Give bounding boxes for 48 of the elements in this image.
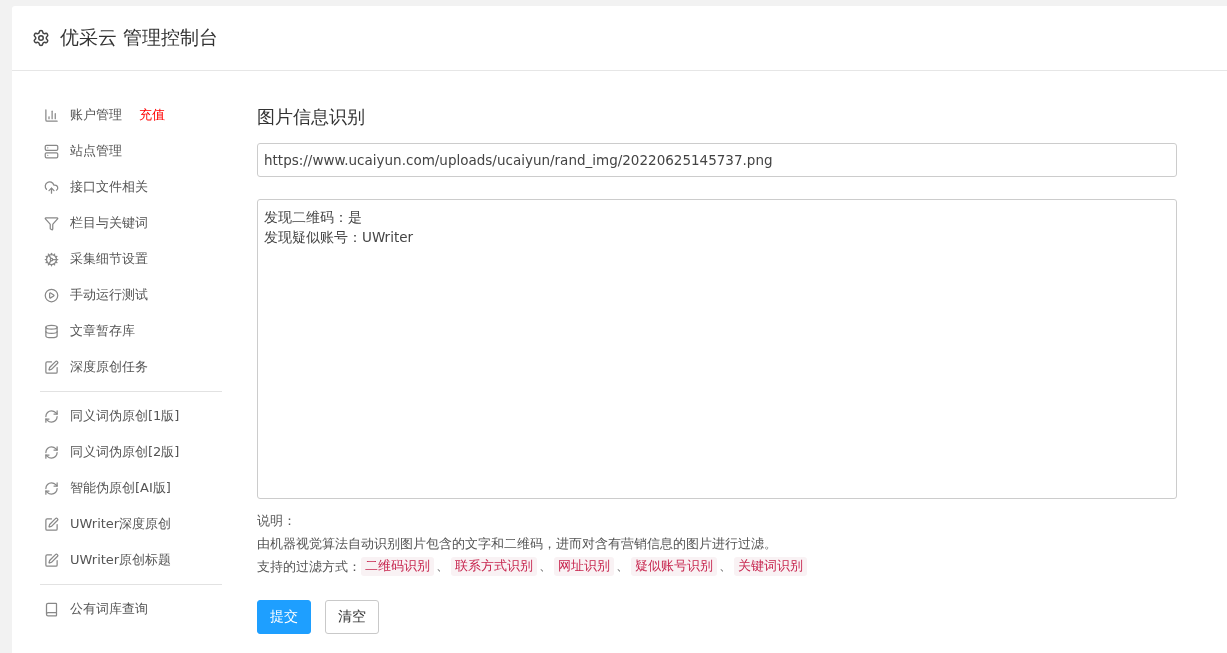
sidebar-item[interactable]: 文章暂存库 [70, 322, 135, 340]
sidebar-item[interactable]: 同义词伪原创[2版] [70, 443, 180, 461]
separator-mark: 、 [718, 558, 733, 575]
sidebar-item[interactable]: 栏目与关键词 [70, 214, 148, 232]
console-title: 优采云 管理控制台 [60, 25, 219, 50]
book-icon [44, 601, 59, 617]
sidebar-item[interactable]: 深度原创任务 [70, 358, 148, 376]
edit-icon [44, 516, 59, 532]
sidebar-item[interactable]: 智能伪原创[AI版] [70, 479, 171, 497]
edit-icon [44, 552, 59, 568]
filter-tag: 网址识别 [554, 557, 614, 576]
sidebar-item[interactable]: 同义词伪原创[1版] [70, 407, 180, 425]
bar-chart-icon [44, 107, 59, 123]
cloud-upload-icon [44, 179, 59, 195]
result-line: 发现疑似账号：UWriter [264, 228, 414, 247]
sidebar-item[interactable]: 站点管理 [70, 142, 122, 160]
result-line: 发现二维码：是 [264, 208, 362, 227]
filter-tag: 联系方式识别 [451, 557, 537, 576]
separator-mark: 、 [615, 558, 630, 575]
section-title: 图片信息识别 [257, 105, 366, 129]
filter-tag: 关键词识别 [734, 557, 807, 576]
play-icon [44, 287, 59, 303]
result-field[interactable]: 发现二维码：是 发现疑似账号：UWriter [257, 199, 1177, 499]
filter-tag: 二维码识别 [361, 557, 434, 576]
url-field[interactable]: https://www.ucaiyun.com/uploads/ucaiyun/rand_img/20220625145737.png [257, 143, 1177, 177]
settings-icon [32, 29, 50, 47]
sidebar-item[interactable]: 手动运行测试 [70, 286, 148, 304]
note-label: 说明： [257, 512, 297, 530]
sidebar-item[interactable]: 接口文件相关 [70, 178, 148, 196]
sidebar-item[interactable]: 公有词库查询 [70, 600, 148, 618]
clear-button[interactable]: 清空 [325, 600, 379, 634]
recharge-link[interactable]: 充值 [139, 106, 165, 124]
sidebar-item[interactable]: 采集细节设置 [70, 250, 148, 268]
database-icon [44, 323, 59, 339]
sidebar-item[interactable]: UWriter深度原创 [70, 515, 172, 533]
edit-icon [44, 359, 59, 375]
refresh-icon [44, 408, 59, 424]
refresh-icon [44, 480, 59, 496]
separator-mark: 、 [538, 558, 553, 575]
refresh-icon [44, 444, 59, 460]
filters-label: 支持的过滤方式： [257, 558, 361, 576]
note-text: 由机器视觉算法自动识别图片包含的文字和二维码，进而对含有营销信息的图片进行过滤。 [257, 535, 778, 553]
filter-tag: 疑似账号识别 [631, 557, 717, 576]
sidebar-item[interactable]: 账户管理 [70, 106, 122, 124]
server-icon [44, 143, 59, 159]
filter-icon [44, 215, 59, 231]
sidebar-item[interactable]: UWriter原创标题 [70, 551, 172, 569]
separator-mark: 、 [435, 558, 450, 575]
